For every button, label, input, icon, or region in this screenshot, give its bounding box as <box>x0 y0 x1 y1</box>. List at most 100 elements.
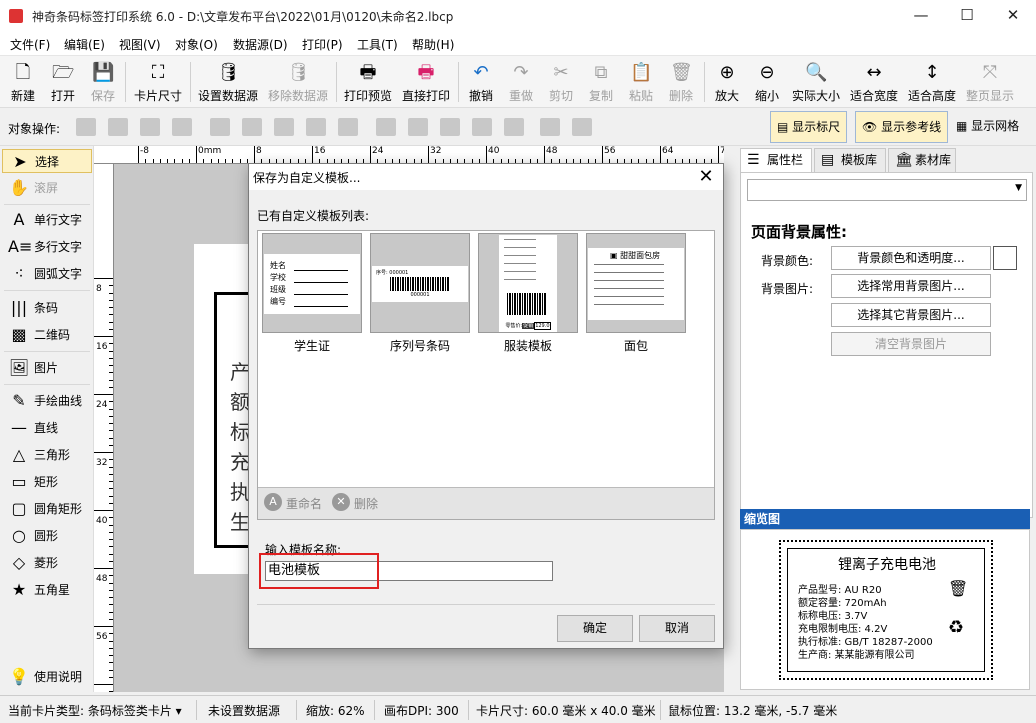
new-button[interactable]: 🗋 新建 <box>4 56 42 108</box>
set-datasource-button[interactable]: 🛢 设置数据源 <box>196 56 260 108</box>
menu-file[interactable]: 文件(F) <box>10 36 50 53</box>
layer-top-icon[interactable] <box>108 118 128 136</box>
ungroup-icon[interactable] <box>572 118 592 136</box>
actual-size-button[interactable]: 🔍 实际大小 <box>788 56 844 108</box>
bg-color-button[interactable]: 背景颜色和透明度... <box>831 246 991 270</box>
delete-button[interactable]: 🗑 删除 <box>664 56 698 108</box>
group-icon[interactable] <box>540 118 560 136</box>
menu-datasource[interactable]: 数据源(D) <box>233 36 288 53</box>
distribute-icon[interactable] <box>306 118 326 136</box>
remove-datasource-button[interactable]: 🛢 移除数据源 <box>266 56 330 108</box>
align-middle-icon[interactable] <box>408 118 428 136</box>
thumb-price-row: 零售价:促销 129.0 <box>499 321 557 331</box>
close-button[interactable]: ✕ <box>990 0 1036 32</box>
vdistribute-icon[interactable] <box>472 118 492 136</box>
tool-line[interactable]: — 直线 <box>2 416 92 440</box>
paste-button[interactable]: 📋 粘贴 <box>624 56 658 108</box>
template-item[interactable]: 姓名 学校 班级 编号 学生证 <box>262 233 362 353</box>
tool-star[interactable]: ★ 五角星 <box>2 578 92 602</box>
layer-bottom-icon[interactable] <box>172 118 192 136</box>
tool-round-rect[interactable]: ▢ 圆角矩形 <box>2 497 92 521</box>
minimize-button[interactable]: — <box>898 0 944 32</box>
multiline-text-icon: A≡ <box>8 237 33 256</box>
save-button[interactable]: 💾 保存 <box>84 56 122 108</box>
tool-single-text[interactable]: A 单行文字 <box>2 208 92 232</box>
tab-template-library[interactable]: ▤ 模板库 <box>814 148 886 172</box>
tool-qrcode[interactable]: ▩ 二维码 <box>2 323 92 347</box>
label-text[interactable]: 生 <box>230 506 250 535</box>
align-left-icon[interactable] <box>210 118 230 136</box>
ok-button[interactable]: 确定 <box>557 615 633 642</box>
align-right-icon[interactable] <box>274 118 294 136</box>
tab-material-library[interactable]: 🏛 素材库 <box>888 148 956 172</box>
maximize-button[interactable]: ☐ <box>944 0 990 32</box>
label-text[interactable]: 执 <box>230 476 250 505</box>
menu-edit[interactable]: 编辑(E) <box>64 36 105 53</box>
layer-down-icon[interactable] <box>140 118 160 136</box>
tool-freehand[interactable]: ✎ 手绘曲线 <box>2 389 92 413</box>
cancel-button[interactable]: 取消 <box>639 615 715 642</box>
thumb-field: 姓名 <box>270 261 286 270</box>
tool-circle[interactable]: ○ 圆形 <box>2 524 92 548</box>
fit-width-button[interactable]: ↔ 适合宽度 <box>848 56 900 108</box>
card-size-button[interactable]: ⛶ 卡片尺寸 <box>130 56 186 108</box>
undo-button[interactable]: ↶ 撤销 <box>464 56 498 108</box>
spacing-icon[interactable] <box>338 118 358 136</box>
ruler-tick <box>109 430 113 431</box>
align-top-icon[interactable] <box>376 118 396 136</box>
layer-up-icon[interactable] <box>76 118 96 136</box>
show-guides-toggle[interactable]: 👁 显示参考线 <box>855 111 949 143</box>
tool-pan[interactable]: ✋ 滚屏 <box>2 176 92 200</box>
bg-image-common-button[interactable]: 选择常用背景图片... <box>831 274 991 298</box>
rename-button[interactable]: A 重命名 <box>264 493 322 512</box>
tool-arc-text[interactable]: ⁖ 圆弧文字 <box>2 262 92 286</box>
align-center-icon[interactable] <box>242 118 262 136</box>
menu-print[interactable]: 打印(P) <box>302 36 343 53</box>
menu-tools[interactable]: 工具(T) <box>357 36 398 53</box>
tool-multi-text[interactable]: A≡ 多行文字 <box>2 235 92 259</box>
object-ops-label: 对象操作: <box>8 122 61 136</box>
menu-object[interactable]: 对象(O) <box>175 36 218 53</box>
dialog-close-icon[interactable]: ✕ <box>695 166 717 188</box>
tab-properties[interactable]: ☰ 属性栏 <box>740 148 812 172</box>
card-type-selector[interactable]: 当前卡片类型: 条码标签类卡片 ▾ <box>8 702 182 719</box>
template-item[interactable]: ▣ 甜甜面包房 面包 <box>586 233 686 353</box>
fit-height-button[interactable]: ↕ 适合高度 <box>906 56 958 108</box>
menu-help[interactable]: 帮助(H) <box>412 36 454 53</box>
align-bottom-icon[interactable] <box>440 118 460 136</box>
label-text[interactable]: 额 <box>230 386 250 415</box>
help-button[interactable]: 💡 使用说明 <box>2 665 92 689</box>
zoom-in-button[interactable]: ⊕ 放大 <box>710 56 744 108</box>
bg-image-other-button[interactable]: 选择其它背景图片... <box>831 303 991 327</box>
tool-diamond[interactable]: ◇ 菱形 <box>2 551 92 575</box>
object-selector-dropdown[interactable]: ▼ <box>747 179 1027 201</box>
rename-icon: A <box>264 493 282 511</box>
direct-print-button[interactable]: 🖶 直接打印 <box>400 56 452 108</box>
cut-button[interactable]: ✂ 剪切 <box>544 56 578 108</box>
show-ruler-toggle[interactable]: ▤ 显示标尺 <box>770 111 848 143</box>
bg-image-clear-button[interactable]: 清空背景图片 <box>831 332 991 356</box>
template-list[interactable]: 姓名 学校 班级 编号 学生证 序号: 000001 000001 序列号条码 … <box>257 230 715 520</box>
color-swatch[interactable] <box>993 246 1017 270</box>
label-text[interactable]: 标 <box>230 416 250 445</box>
tool-image[interactable]: 🖼 图片 <box>2 356 92 380</box>
copy-button[interactable]: ⧉ 复制 <box>584 56 618 108</box>
menu-view[interactable]: 视图(V) <box>119 36 161 53</box>
tool-select[interactable]: ➤ 选择 <box>2 149 92 173</box>
vspacing-icon[interactable] <box>504 118 524 136</box>
zoom-out-button[interactable]: ⊖ 缩小 <box>750 56 784 108</box>
redo-button[interactable]: ↷ 重做 <box>504 56 538 108</box>
tool-rect[interactable]: ▭ 矩形 <box>2 470 92 494</box>
open-button[interactable]: 🗁 打开 <box>44 56 82 108</box>
page-view-button[interactable]: ⤧ 整页显示 <box>964 56 1016 108</box>
template-item[interactable]: 零售价:促销 129.0 服装模板 <box>478 233 578 353</box>
template-item[interactable]: 序号: 000001 000001 序列号条码 <box>370 233 470 353</box>
delete-template-button[interactable]: ✕ 删除 <box>332 493 378 512</box>
label-text[interactable]: 产 <box>230 356 250 385</box>
tool-barcode[interactable]: ||| 条码 <box>2 296 92 320</box>
show-grid-toggle[interactable]: ▦ 显示网格 <box>956 111 1019 143</box>
label-text[interactable]: 充 <box>230 446 250 475</box>
dropdown-arrow-icon: ▼ <box>1015 183 1022 193</box>
tool-triangle[interactable]: △ 三角形 <box>2 443 92 467</box>
print-preview-button[interactable]: 🖶 打印预览 <box>342 56 394 108</box>
